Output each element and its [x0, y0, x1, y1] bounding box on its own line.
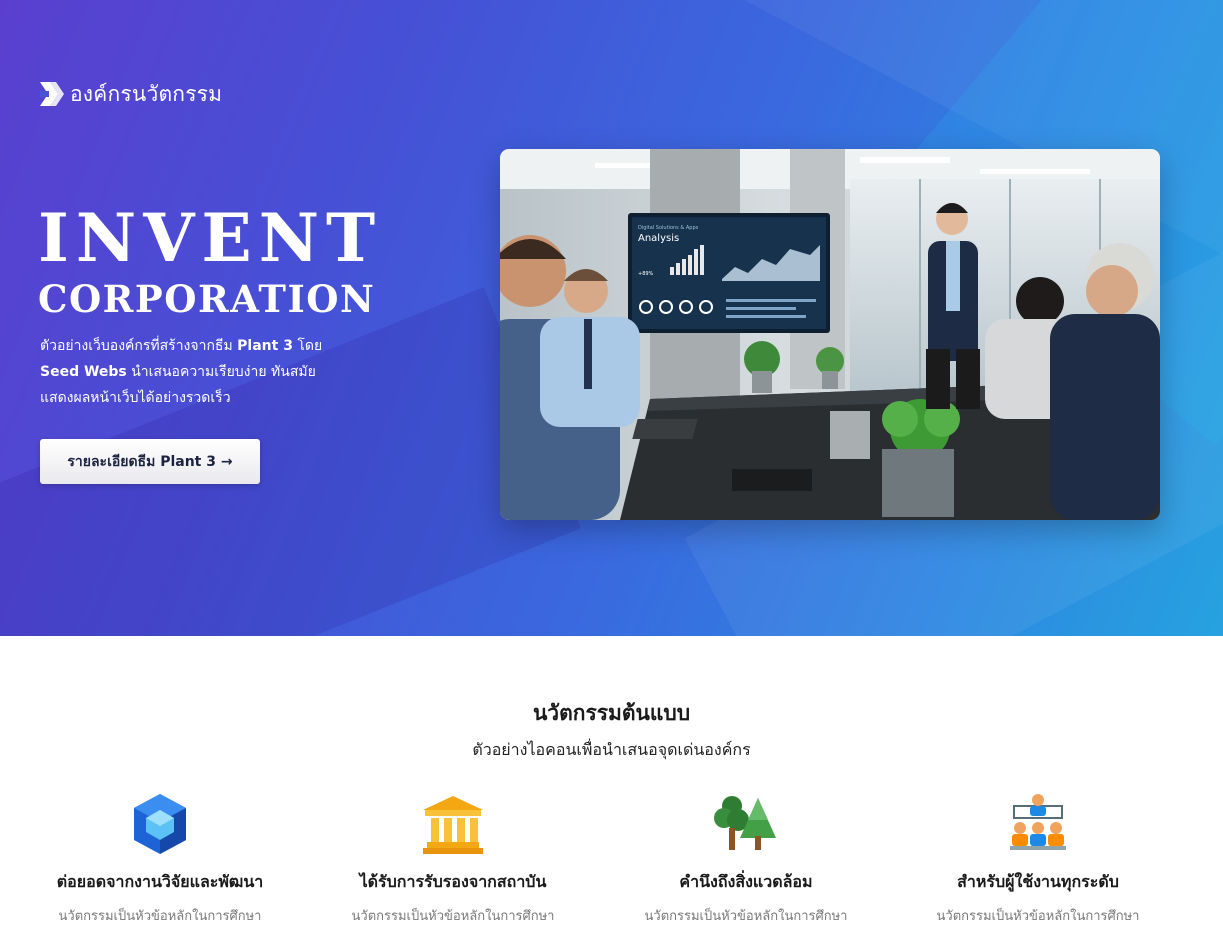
hero-description: ตัวอย่างเว็บองค์กรที่สร้างจากธีม Plant 3… [40, 333, 380, 411]
hero-desc-theme: Plant 3 [237, 338, 293, 354]
hero-desc-brand: Seed Webs [40, 364, 127, 380]
institution-icon [423, 796, 483, 854]
feature-description: นวัตกรรมเป็นหัวข้อหลักในการศึกษา [936, 909, 1140, 924]
hero-section: องค์กรนวัตกรรม INVENT CORPORATION ตัวอย่… [0, 0, 1223, 636]
hero-desc-text: ตัวอย่างเว็บองค์กรที่สร้างจากธีม [40, 338, 238, 354]
site-logo-text: องค์กรนวัตกรรม [70, 81, 223, 106]
team-hierarchy-icon [1010, 794, 1066, 850]
theme-details-button[interactable]: รายละเอียดธีม Plant 3 → [40, 439, 260, 484]
feature-title: คำนึงถึงสิ่งแวดล้อม [679, 872, 813, 891]
feature-description: นวัตกรรมเป็นหัวข้อหลักในการศึกษา [644, 909, 848, 924]
screen-stat: +89% [638, 271, 654, 277]
site-logo[interactable]: องค์กรนวัตกรรม [40, 80, 222, 108]
feature-description: นวัตกรรมเป็นหัวข้อหลักในการศึกษา [351, 909, 555, 924]
hero-desc-text: นำเสนอความเรียบง่าย ทันสมัย [126, 364, 316, 380]
meeting-illustration: Digital Solutions & Apps Analysis +89% [500, 149, 1160, 520]
feature-title: ต่อยอดจากงานวิจัยและพัฒนา [56, 872, 264, 891]
feature-title: สำหรับผู้ใช้งานทุกระดับ [957, 872, 1119, 891]
hero-title-line1: INVENT [38, 199, 383, 277]
cube-icon [134, 794, 186, 854]
feature-card: สำหรับผู้ใช้งานทุกระดับ นวัตกรรมเป็นหัวข… [918, 792, 1158, 926]
logo-arrow-icon [40, 82, 64, 106]
hero-photo-meeting: Digital Solutions & Apps Analysis +89% [500, 149, 1160, 520]
feature-card: คำนึงถึงสิ่งแวดล้อม นวัตกรรมเป็นหัวข้อหล… [626, 792, 866, 926]
hero-title-line2: CORPORATION [38, 277, 376, 321]
hero-title: INVENT CORPORATION [38, 196, 382, 320]
hero-desc-text: โดย [292, 338, 323, 354]
screen-caption: Digital Solutions & Apps [638, 225, 699, 231]
feature-description: นวัตกรรมเป็นหัวข้อหลักในการศึกษา [58, 909, 262, 924]
screen-title: Analysis [638, 233, 679, 244]
feature-card: ต่อยอดจากงานวิจัยและพัฒนา นวัตกรรมเป็นหั… [40, 792, 280, 926]
hero-desc-text: แสดงผลหน้าเว็บได้อย่างรวดเร็ว [40, 390, 231, 406]
trees-icon [714, 796, 776, 850]
features-title: นวัตกรรมต้นแบบ [532, 701, 691, 725]
features-subtitle: ตัวอย่างไอคอนเพื่อนำเสนอจุดเด่นองค์กร [472, 740, 751, 759]
feature-title: ได้รับการรับรองจากสถาบัน [359, 872, 547, 891]
feature-card: ได้รับการรับรองจากสถาบัน นวัตกรรมเป็นหัว… [333, 792, 573, 926]
